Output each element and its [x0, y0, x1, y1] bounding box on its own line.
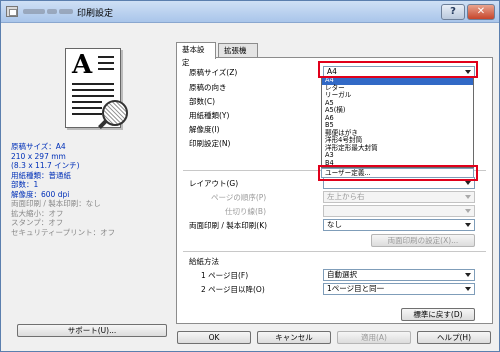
status-stamp: スタンプ：オフ	[11, 218, 64, 227]
blurred-printer-name	[47, 9, 57, 14]
highlight-paper-size-combo	[318, 61, 478, 78]
window-title: 印刷設定	[77, 9, 114, 19]
tab-advanced[interactable]: 拡張機能	[218, 43, 258, 68]
duplex-select[interactable]: なし	[323, 219, 475, 231]
help-title-button[interactable]: ?	[441, 4, 465, 20]
paper-size-option[interactable]: A6	[322, 114, 473, 123]
title-bar[interactable]: 印刷設定 ? ✕	[1, 1, 499, 23]
ok-button[interactable]: OK	[177, 331, 251, 344]
paper-size-option[interactable]: A5(横)	[322, 106, 473, 115]
settings-summary-panel: A 原稿サイズ：A4 210 x 297 mm (8.3 x 11.7 インチ)…	[11, 36, 167, 341]
status-paper-mm: 210 x 297 mm	[11, 151, 66, 161]
layout-label: レイアウト(G)	[189, 179, 239, 188]
printer-icon	[6, 6, 18, 17]
media-type-label: 用紙種類(Y)	[189, 111, 230, 120]
chevron-down-icon[interactable]	[463, 193, 473, 201]
page-order-label: ページの順序(P)	[211, 193, 267, 202]
status-paper-inch: (8.3 x 11.7 インチ)	[11, 161, 80, 170]
paper-source-heading: 給紙方法	[189, 257, 219, 266]
blurred-printer-name	[23, 9, 45, 14]
first-page-label: 1 ページ目(F)	[201, 271, 249, 280]
first-page-value: 自動選択	[327, 270, 357, 279]
chevron-down-icon[interactable]	[463, 285, 473, 293]
document-preview: A	[60, 48, 140, 144]
blurred-printer-name	[59, 9, 73, 14]
copies-label: 部数(C)	[189, 97, 216, 106]
other-pages-select[interactable]: 1ページ目と同一	[323, 283, 475, 295]
status-resolution: 解像度：600 dpi	[11, 189, 70, 199]
chevron-down-icon[interactable]	[463, 271, 473, 279]
other-pages-value: 1ページ目と同一	[327, 284, 385, 293]
close-button[interactable]: ✕	[467, 4, 495, 20]
chevron-down-icon[interactable]	[463, 221, 473, 229]
help-button[interactable]: ヘルプ(H)	[417, 331, 491, 344]
support-button[interactable]: サポート(U)...	[17, 324, 167, 337]
border-label: 仕切り線(B)	[225, 207, 266, 216]
restore-defaults-button[interactable]: 標準に戻す(D)	[401, 308, 475, 321]
paper-size-label: 原稿サイズ(Z)	[189, 68, 238, 77]
divider	[183, 251, 486, 252]
status-media-type: 用紙種類：普通紙	[11, 170, 71, 180]
page-order-select[interactable]: 左上から右	[323, 191, 475, 203]
orientation-label: 原稿の向き	[189, 83, 227, 92]
print-settings-window: 印刷設定 ? ✕ A 原稿サイズ：A4 210 x 297 mm (8.3 x …	[0, 0, 500, 352]
paper-size-dropdown-list[interactable]: A4 レター リーガル A5 A5(横) A6 B5 郵便はがき 洋形4号封筒 …	[321, 76, 474, 168]
chevron-down-icon[interactable]	[463, 207, 473, 215]
paper-size-option[interactable]: リーガル	[322, 91, 473, 100]
status-scaling: 拡大縮小：オフ	[11, 208, 64, 218]
border-select[interactable]	[323, 205, 475, 217]
resolution-label: 解像度(I)	[189, 125, 220, 134]
letter-a-glyph: A	[72, 50, 93, 80]
apply-button[interactable]: 適用(A)	[337, 331, 411, 344]
duplex-label: 両面印刷 / 製本印刷(K)	[189, 221, 268, 230]
status-security-print: セキュリティープリント：オフ	[11, 227, 116, 237]
print-settings-label: 印刷設定(N)	[189, 139, 231, 148]
first-page-select[interactable]: 自動選択	[323, 269, 475, 281]
status-paper-size: 原稿サイズ：A4	[11, 142, 66, 151]
duplex-value: なし	[327, 220, 342, 229]
cancel-button[interactable]: キャンセル	[257, 331, 331, 344]
paper-size-option[interactable]: 洋形定形最大封筒	[322, 144, 473, 153]
other-pages-label: 2 ページ目以降(O)	[201, 285, 265, 294]
duplex-settings-button[interactable]: 両面印刷の設定(X)...	[371, 234, 475, 247]
tab-basic[interactable]: 基本設定	[176, 42, 216, 67]
paper-size-option[interactable]: A3	[322, 151, 473, 160]
status-copies: 部数：1	[11, 180, 39, 189]
page-order-value: 左上から右	[327, 192, 365, 201]
highlight-user-defined-option	[318, 165, 478, 181]
settings-status-text: 原稿サイズ：A4 210 x 297 mm (8.3 x 11.7 インチ) 用…	[11, 142, 115, 237]
status-duplex: 両面印刷 / 製本印刷：なし	[11, 199, 101, 208]
